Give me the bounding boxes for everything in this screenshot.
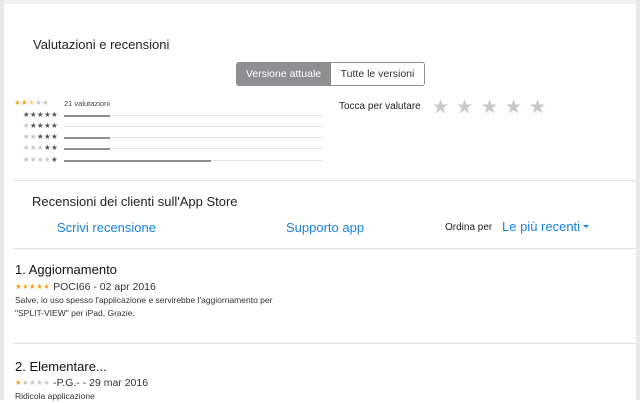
histogram-row-2-stars: ★★★★★ xyxy=(14,144,324,152)
rating-star-icon: ★★ xyxy=(14,98,29,107)
version-segmented-control: Versione attuale Tutte le versioni xyxy=(236,62,425,86)
review-title: 1. Aggiornamento xyxy=(15,262,117,277)
section-divider xyxy=(14,248,636,249)
histogram-track xyxy=(64,159,322,162)
ratings-count: 21 valutazioni xyxy=(64,99,110,108)
histogram-bar xyxy=(64,147,110,150)
reviews-section-title: Recensioni dei clienti sull'App Store xyxy=(32,194,238,209)
review-divider xyxy=(14,343,636,344)
half-star-icon: ★ xyxy=(28,98,36,107)
histogram-track xyxy=(64,136,322,139)
histogram-track xyxy=(64,114,322,117)
sort-label: Ordina per xyxy=(445,222,493,233)
chevron-down-icon xyxy=(583,225,590,228)
rate-star-3-icon[interactable]: ★ xyxy=(481,98,498,117)
histogram-stars-icon: ★★★★★ xyxy=(22,121,58,130)
average-rating-stars: ★★★★★ xyxy=(14,99,49,107)
histogram-row-1-stars: ★★★★★ xyxy=(14,156,324,164)
review-author-date: -P.G.- - 29 mar 2016 xyxy=(53,377,149,389)
window-top-edge xyxy=(0,0,640,4)
rate-star-4-icon[interactable]: ★ xyxy=(505,98,522,117)
app-support-link[interactable]: Supporto app xyxy=(286,220,364,235)
ratings-section-title: Valutazioni e recensioni xyxy=(33,37,170,52)
segment-all-versions[interactable]: Tutte le versioni xyxy=(330,63,424,85)
review-meta: ★★★★★ -P.G.- - 29 mar 2016 xyxy=(15,377,148,389)
histogram-row-5-stars: ★★★★★ xyxy=(14,111,324,119)
window-left-edge xyxy=(0,0,4,400)
histogram-bar xyxy=(64,114,110,117)
histogram-bar xyxy=(64,159,211,162)
section-divider xyxy=(14,180,636,181)
empty-star-icon: ★★ xyxy=(35,98,50,107)
review-title: 2. Elementare... xyxy=(15,359,107,374)
histogram-track xyxy=(64,126,322,127)
window-right-edge xyxy=(636,0,640,400)
review-body: Salve, io uso spesso l'applicazione e se… xyxy=(15,295,273,318)
histogram-row-4-stars: ★★★★★ xyxy=(14,122,324,130)
segment-current-version[interactable]: Versione attuale xyxy=(237,63,330,85)
rate-star-1-icon[interactable]: ★ xyxy=(432,98,449,117)
histogram-stars-icon: ★★★★★ xyxy=(22,110,58,119)
histogram-row-3-stars: ★★★★★ xyxy=(14,133,324,141)
rate-star-2-icon[interactable]: ★ xyxy=(456,98,473,117)
tap-to-rate-label: Tocca per valutare xyxy=(339,101,421,112)
review-stars-icon: ★★★★★ xyxy=(15,282,51,291)
sort-value: Le più recenti xyxy=(502,219,581,234)
write-review-link[interactable]: Scrivi recensione xyxy=(57,220,156,235)
histogram-bar xyxy=(64,136,110,139)
histogram-stars-icon: ★★★★★ xyxy=(22,143,58,152)
sort-dropdown[interactable]: Le più recenti xyxy=(502,219,590,234)
histogram-stars-icon: ★★★★★ xyxy=(22,132,58,141)
review-author-date: POCI66 - 02 apr 2016 xyxy=(53,281,156,293)
rate-star-5-icon[interactable]: ★ xyxy=(529,98,546,117)
review-stars-icon: ★★★★★ xyxy=(15,378,51,387)
review-meta: ★★★★★ POCI66 - 02 apr 2016 xyxy=(15,281,156,293)
histogram-stars-icon: ★★★★★ xyxy=(22,155,58,164)
review-body: Ridicola applicazione xyxy=(15,391,95,401)
histogram-track xyxy=(64,147,322,150)
